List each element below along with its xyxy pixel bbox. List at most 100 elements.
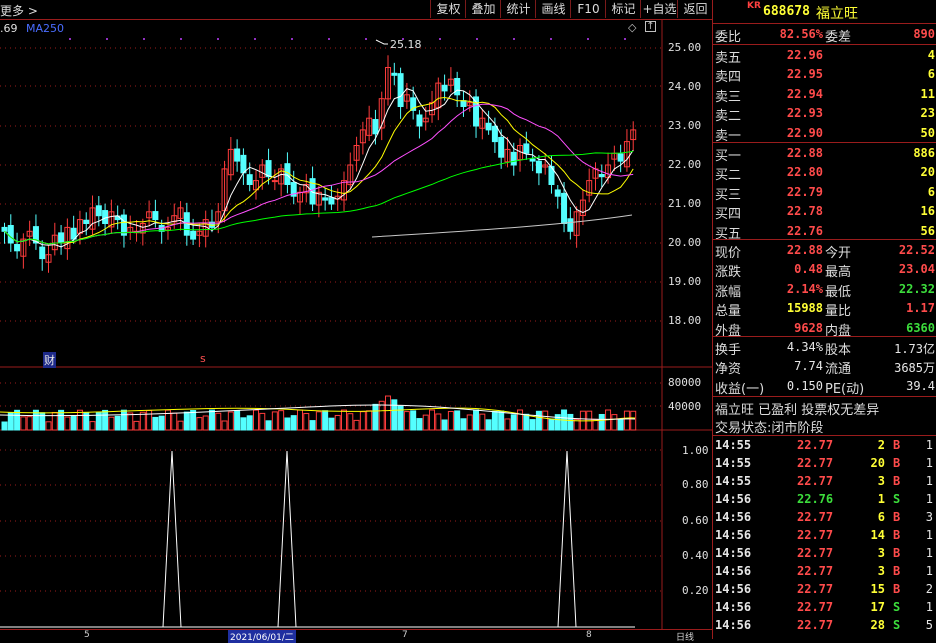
volume-bar — [542, 410, 549, 431]
quote-value: 15988 — [786, 301, 823, 316]
signal-dot — [587, 38, 589, 40]
volume-bar — [271, 411, 278, 431]
tick-volume: 2 — [877, 438, 885, 452]
signal-dot — [624, 38, 626, 40]
candle-body — [246, 174, 253, 186]
weicha-label: 委差 — [825, 30, 852, 45]
kline-chart-area[interactable]: 更多 > 复权 叠加 统计 画线 F10 标记 +自选 返回 .69 MA250… — [0, 0, 712, 643]
volume-bar — [227, 411, 234, 431]
finance-marker[interactable]: 财 — [43, 352, 56, 368]
bid-label: 买一 — [715, 149, 742, 164]
bid-row: 买四 22.78 16 — [713, 202, 936, 222]
fund-label: 流通 — [825, 362, 852, 378]
volume-bar — [510, 414, 517, 431]
tick-price: 22.77 — [797, 474, 834, 488]
bid-volume: 886 — [913, 146, 935, 160]
bid-volume: 56 — [920, 223, 935, 238]
ask-row: 卖一 22.90 50 — [713, 124, 936, 144]
signal-dot — [106, 38, 108, 40]
quote-value: 6360 — [906, 320, 935, 335]
ask-row: 卖四 22.95 6 — [713, 65, 936, 86]
tick-volume: 15 — [870, 582, 885, 596]
tick-count: 5 — [925, 618, 933, 632]
volume-bar — [491, 410, 498, 431]
volume-bar — [26, 416, 33, 431]
volume-bar — [630, 410, 637, 431]
quote-label: 涨跌 — [715, 265, 742, 281]
trade-tick-row: 14:56 22.77 3 B 1 — [713, 545, 936, 563]
volume-bar — [441, 419, 448, 431]
signal-dot — [550, 38, 552, 40]
candle-body — [617, 153, 624, 162]
peak-pointer — [375, 39, 388, 45]
signal-dot — [180, 38, 182, 40]
volume-bar — [215, 412, 222, 431]
tick-price: 22.77 — [797, 618, 834, 632]
volume-bar — [240, 417, 247, 431]
volume-bar — [196, 417, 203, 431]
tick-time: 14:56 — [715, 528, 752, 542]
volume-bar — [372, 403, 379, 431]
candle-body — [95, 205, 102, 217]
price-tick: 22.00 — [668, 158, 702, 171]
trade-tick-row: 14:55 22.77 3 B 1 — [713, 473, 936, 491]
bid-label: 买二 — [715, 168, 742, 184]
trading-status: 交易状态:闭市阶段 — [715, 421, 824, 436]
tick-time: 14:56 — [715, 582, 752, 596]
candle-body — [529, 158, 536, 162]
candle-body — [523, 143, 530, 154]
volume-bar — [623, 410, 630, 431]
volume-bar — [139, 411, 146, 431]
quote-row: 外盘 9628 内盘 6360 — [713, 319, 936, 339]
tick-price: 22.77 — [797, 456, 834, 470]
volume-bar — [328, 417, 335, 431]
volume-bar — [265, 420, 272, 431]
indicator-tick: 1.00 — [682, 444, 709, 457]
tick-price: 22.76 — [797, 492, 834, 506]
period-label[interactable]: 日线 — [676, 630, 694, 643]
event-marker[interactable]: s — [200, 352, 206, 365]
volume-bar — [183, 411, 190, 431]
trade-tick-row: 14:56 22.77 17 S 1 — [713, 599, 936, 617]
volume-bar — [341, 409, 348, 431]
ask-row: 卖五 22.96 4 — [713, 46, 936, 66]
ask-label: 卖一 — [715, 128, 742, 144]
tick-count: 1 — [925, 546, 933, 560]
volume-bar — [529, 419, 536, 431]
bid-row: 买五 22.76 56 — [713, 222, 936, 242]
ask-label: 卖二 — [715, 109, 742, 125]
tick-count: 1 — [925, 564, 933, 578]
tick-time: 14:56 — [715, 546, 752, 560]
volume-bar — [89, 421, 96, 431]
signal-dot — [513, 38, 515, 40]
volume-bar — [1, 421, 8, 431]
signal-dot — [328, 38, 330, 40]
fund-label: 股本 — [825, 343, 852, 358]
volume-bar — [127, 412, 134, 431]
ask-label: 卖四 — [715, 70, 742, 86]
quote-panel: KR 688678 福立旺 委比 82.56% 委差 890 卖五 22.96 4 卖… — [712, 0, 936, 639]
volume-bar — [366, 410, 373, 431]
volume-bar — [548, 418, 555, 431]
fund-label: 净资 — [715, 362, 742, 378]
volume-bar — [429, 409, 436, 431]
candle-body — [322, 197, 329, 201]
tick-direction: S — [893, 600, 901, 614]
tick-direction: B — [893, 438, 901, 452]
quote-value: 2.14% — [786, 281, 823, 296]
quote-value: 1.17 — [906, 301, 935, 316]
ask-volume: 6 — [927, 67, 935, 82]
volume-bar — [322, 410, 329, 431]
quote-row: 涨跌 0.48 最高 23.04 — [713, 260, 936, 281]
candle-body — [598, 174, 605, 178]
quote-value: 0.48 — [794, 262, 823, 277]
volume-bar — [466, 414, 473, 431]
trade-tick-row: 14:56 22.77 6 B 3 — [713, 509, 936, 527]
tick-direction: B — [893, 456, 901, 470]
volume-bar — [359, 411, 366, 431]
volume-bar — [334, 414, 341, 431]
bid-price: 22.76 — [786, 223, 823, 238]
price-tick: 20.00 — [668, 236, 702, 249]
volume-bar — [64, 416, 71, 431]
volume-bar — [535, 410, 542, 431]
